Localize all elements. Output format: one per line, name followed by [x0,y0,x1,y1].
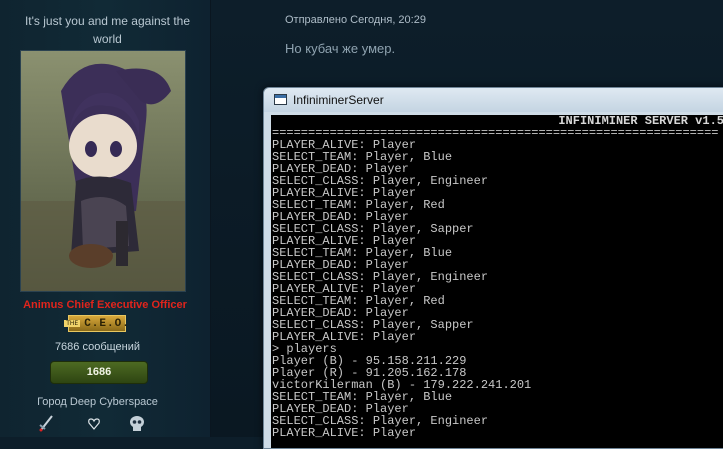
user-profile-panel: It's just you and me against the world A… [0,0,211,437]
console-output[interactable]: INFINIMINER SERVER v1.5 ================… [271,115,723,448]
user-location: Город Deep Cyberspace [37,396,158,408]
console-line: PLAYER_ALIVE: Player [272,330,417,344]
reputation-badge[interactable]: 1686 [50,361,148,384]
ceo-badge: THE C.E.O. [64,315,129,332]
post-text: Но кубач же умер. [285,41,396,56]
posts-count[interactable]: 7686 сообщений [0,341,195,353]
window-titlebar[interactable]: InfiniminerServer [264,88,723,112]
profile-icons [36,414,156,434]
skull-icon[interactable] [129,415,145,438]
heart-icon[interactable] [88,417,100,435]
badge-text: C.E.O. [84,317,130,330]
window-title: InfiniminerServer [293,93,384,107]
post-date: Отправлено Сегодня, 20:29 [285,14,426,26]
console-lines: PLAYER_ALIVE: Player SELECT_TEAM: Player,… [271,139,723,439]
user-rank-title: Animus Chief Executive Officer [23,299,187,311]
user-status-text: It's just you and me against the world [24,14,191,46]
sword-icon[interactable] [38,414,54,437]
console-app-icon [274,94,287,105]
avatar-image [21,51,185,291]
badge-tag: THE [64,320,81,327]
console-window[interactable]: InfiniminerServer INFINIMINER SERVER v1.… [263,87,723,449]
console-line: PLAYER_ALIVE: Player [272,426,417,440]
avatar[interactable] [20,50,186,292]
